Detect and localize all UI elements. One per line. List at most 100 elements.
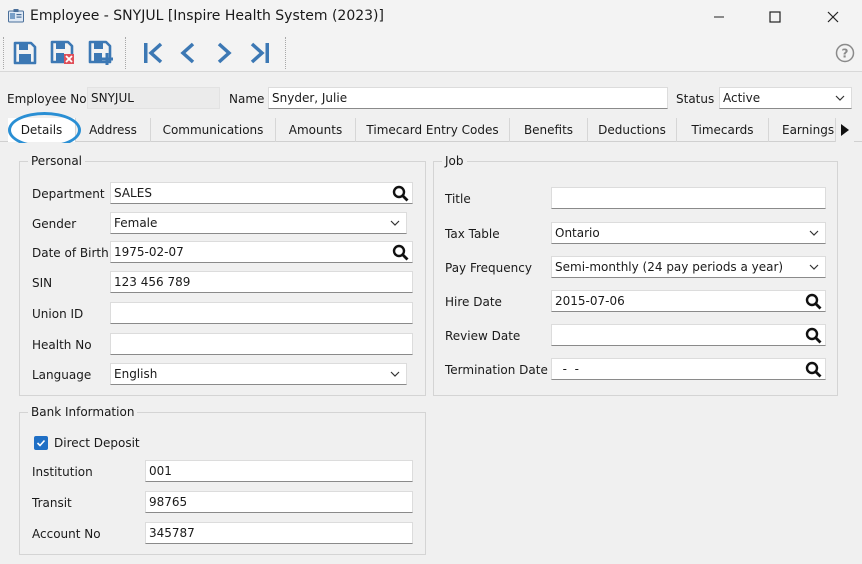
save-icon [13, 41, 37, 65]
checkmark-icon [36, 439, 46, 447]
pay-frequency-label: Pay Frequency [445, 261, 532, 275]
review-date-label: Review Date [445, 329, 521, 343]
toolbar-separator [125, 37, 126, 69]
search-icon[interactable] [392, 185, 409, 202]
chevron-down-icon [835, 95, 845, 101]
employee-no-label: Employee No [7, 92, 87, 106]
close-button[interactable] [810, 0, 856, 34]
employee-no-field: SNYJUL [87, 87, 220, 109]
toolbar-grip [3, 37, 4, 69]
tab-communications[interactable]: Communications [151, 118, 276, 142]
first-record-icon [144, 42, 163, 64]
title-field[interactable] [551, 187, 826, 209]
gender-label: Gender [32, 217, 77, 231]
bank-information-group-title: Bank Information [28, 405, 138, 419]
previous-record-button[interactable] [173, 39, 203, 67]
date-of-birth-field[interactable]: 1975-02-07 [110, 241, 413, 263]
search-icon[interactable] [805, 361, 822, 378]
minimize-button[interactable] [696, 0, 742, 34]
tab-details[interactable]: Details [8, 118, 76, 142]
toolbar-separator [285, 37, 286, 69]
hire-date-value: 2015-07-06 [555, 294, 625, 308]
sin-field[interactable]: 123 456 789 [110, 271, 413, 293]
union-id-field[interactable] [110, 302, 413, 324]
save-close-icon [50, 40, 74, 64]
search-icon[interactable] [392, 244, 409, 261]
tax-table-label: Tax Table [445, 227, 500, 241]
sin-label: SIN [32, 276, 53, 290]
language-label: Language [32, 368, 92, 382]
minimize-icon [714, 16, 724, 18]
language-value: English [114, 367, 158, 381]
tab-scroll-right-button[interactable] [836, 118, 854, 142]
status-label: Status [676, 92, 715, 106]
tax-table-value: Ontario [555, 226, 600, 240]
gender-dropdown[interactable]: Female [110, 212, 407, 234]
institution-label: Institution [32, 465, 93, 479]
save-button[interactable] [10, 39, 40, 67]
title-label: Title [445, 192, 471, 206]
window-title: Employee - SNYJUL [Inspire Health System… [30, 8, 384, 24]
tab-deductions[interactable]: Deductions [588, 118, 677, 142]
title-bar: Employee - SNYJUL [Inspire Health System… [0, 0, 862, 34]
tax-table-dropdown[interactable]: Ontario [551, 222, 826, 244]
termination-date-label: Termination Date [445, 363, 548, 377]
institution-field[interactable]: 001 [145, 460, 413, 482]
termination-date-value: - - [555, 362, 579, 376]
department-label: Department [32, 187, 105, 201]
personal-group: Personal Department SALES Gender Female … [19, 154, 426, 396]
gender-value: Female [114, 216, 158, 230]
last-record-icon [250, 42, 269, 64]
help-icon: ? [835, 43, 855, 63]
svg-text:?: ? [842, 47, 849, 61]
chevron-down-icon [809, 230, 819, 236]
account-no-label: Account No [32, 527, 101, 541]
direct-deposit-checkbox[interactable] [34, 436, 48, 450]
department-field[interactable]: SALES [110, 182, 413, 204]
union-id-label: Union ID [32, 307, 84, 321]
direct-deposit-label[interactable]: Direct Deposit [54, 436, 140, 450]
previous-record-icon [180, 42, 195, 64]
triangle-right-icon [841, 124, 849, 136]
save-close-button[interactable] [48, 39, 78, 67]
pay-frequency-dropdown[interactable]: Semi-monthly (24 pay periods a year) [551, 256, 826, 278]
search-icon[interactable] [805, 293, 822, 310]
next-record-icon [217, 42, 232, 64]
chevron-down-icon [390, 371, 400, 377]
termination-date-field[interactable]: - - [551, 358, 826, 380]
hire-date-field[interactable]: 2015-07-06 [551, 290, 826, 312]
help-button[interactable]: ? [830, 39, 860, 67]
name-field[interactable]: Snyder, Julie [268, 87, 668, 109]
search-icon[interactable] [805, 327, 822, 344]
job-group: Job Title Tax Table Ontario Pay Frequenc… [433, 154, 838, 396]
tab-timecard-entry-codes[interactable]: Timecard Entry Codes [356, 118, 510, 142]
tab-amounts[interactable]: Amounts [276, 118, 356, 142]
personal-group-title: Personal [28, 154, 86, 168]
tab-earnings[interactable]: Earnings [769, 118, 836, 142]
transit-field[interactable]: 98765 [145, 491, 413, 513]
next-record-button[interactable] [209, 39, 239, 67]
maximize-icon [769, 11, 781, 23]
tab-timecards[interactable]: Timecards [677, 118, 769, 142]
language-dropdown[interactable]: English [110, 363, 407, 385]
status-dropdown[interactable]: Active [719, 87, 852, 109]
health-no-field[interactable] [110, 333, 413, 355]
toolbar: ? [0, 34, 862, 72]
chevron-down-icon [390, 220, 400, 226]
tab-address[interactable]: Address [76, 118, 151, 142]
pay-frequency-value: Semi-monthly (24 pay periods a year) [555, 260, 784, 274]
transit-label: Transit [32, 496, 72, 510]
maximize-button[interactable] [752, 0, 798, 34]
health-no-label: Health No [32, 338, 92, 352]
account-no-field[interactable]: 345787 [145, 522, 413, 544]
chevron-down-icon [809, 264, 819, 270]
review-date-field[interactable]: - - [551, 324, 826, 346]
last-record-button[interactable] [245, 39, 275, 67]
tab-benefits[interactable]: Benefits [510, 118, 588, 142]
close-icon [827, 11, 839, 23]
save-new-button[interactable] [86, 39, 116, 67]
first-record-button[interactable] [138, 39, 168, 67]
employee-card-icon [8, 9, 24, 23]
save-new-icon [88, 40, 113, 65]
status-value: Active [723, 91, 761, 105]
